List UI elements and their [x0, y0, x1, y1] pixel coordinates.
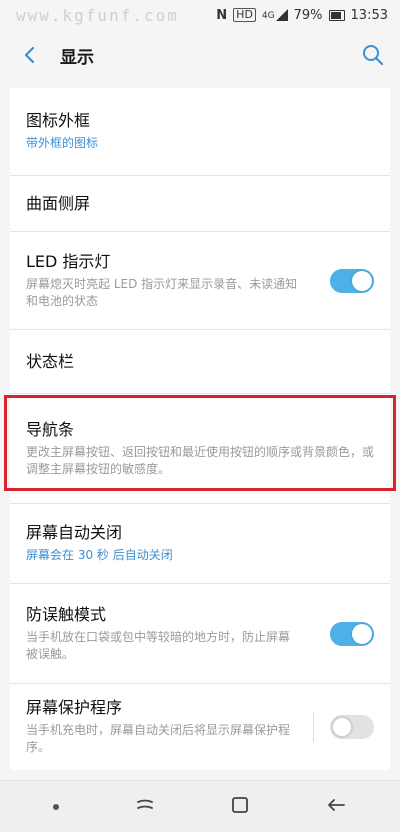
item-title: 屏幕自动关闭	[26, 523, 123, 542]
setting-icon-frames[interactable]: 图标外框 带外框的图标	[10, 88, 390, 176]
setting-led-indicator[interactable]: LED 指示灯 屏幕熄灭时亮起 LED 指示灯来显示录音、未读通知和电池的状态	[10, 232, 390, 330]
led-toggle[interactable]	[330, 268, 374, 293]
toggle-knob	[352, 270, 372, 291]
nfc-icon: N	[216, 7, 228, 23]
setting-screensaver[interactable]: 屏幕保护程序 当手机充电时，屏幕自动关闭后将显示屏幕保护程序。	[10, 684, 390, 770]
signal-label: 4G	[261, 11, 275, 21]
signal-icon: 4G	[262, 9, 288, 21]
back-button-icon[interactable]	[325, 797, 347, 817]
item-subtitle: 屏幕会在 30 秒 后自动关闭	[26, 548, 173, 562]
app-header: 显示	[0, 30, 400, 80]
item-text: 曲面侧屏	[26, 194, 374, 214]
system-nav-bar	[0, 780, 400, 832]
item-title: 屏幕保护程序	[26, 698, 123, 717]
item-title: 曲面侧屏	[26, 193, 91, 213]
setting-screen-timeout[interactable]: 屏幕自动关闭 屏幕会在 30 秒 后自动关闭	[10, 504, 390, 584]
clock: 13:53	[350, 7, 388, 23]
back-arrow-icon[interactable]	[18, 44, 40, 66]
item-text: 防误触模式 当手机放在口袋或包中等较暗的地方时，防止屏幕被误触。	[26, 605, 330, 663]
setting-accidental-touch[interactable]: 防误触模式 当手机放在口袋或包中等较暗的地方时，防止屏幕被误触。	[10, 584, 390, 684]
item-text: 导航条 更改主屏幕按钮、返回按钮和最近使用按钮的顺序或背景颜色，或调整主屏幕按钮…	[26, 420, 374, 478]
item-text: 屏幕自动关闭 屏幕会在 30 秒 后自动关闭	[26, 523, 374, 564]
battery-icon	[328, 9, 345, 21]
status-icons: N HD 4G 79% 13:53	[216, 8, 388, 23]
item-subtitle: 当手机充电时，屏幕自动关闭后将显示屏幕保护程序。	[26, 723, 291, 754]
item-title: 防误触模式	[26, 604, 107, 624]
item-subtitle: 当手机放在口袋或包中等较暗的地方时，防止屏幕被误触。	[26, 629, 291, 661]
item-text: 状态栏	[26, 352, 374, 372]
item-title: 导航条	[26, 419, 75, 439]
setting-edge-screen[interactable]: 曲面侧屏	[10, 176, 390, 232]
battery-percent: 79%	[293, 7, 323, 23]
item-text: LED 指示灯 屏幕熄灭时亮起 LED 指示灯来显示录音、未读通知和电池的状态	[26, 252, 330, 310]
toggle-knob	[352, 623, 372, 644]
item-text: 屏幕保护程序 当手机充电时，屏幕自动关闭后将显示屏幕保护程序。	[26, 698, 313, 756]
watermark-text: www.kgfunf.com	[16, 5, 179, 25]
item-text: 图标外框 带外框的图标	[26, 111, 374, 152]
status-bar: www.kgfunf.com N HD 4G 79% 13:53	[0, 0, 400, 30]
setting-status-bar[interactable]: 状态栏	[10, 330, 390, 394]
accidental-touch-toggle[interactable]	[330, 621, 374, 646]
search-icon[interactable]	[362, 44, 384, 66]
nav-dot-icon[interactable]	[53, 803, 60, 810]
item-subtitle: 带外框的图标	[26, 136, 99, 150]
page-title: 显示	[60, 47, 94, 68]
item-title: LED 指示灯	[26, 251, 111, 271]
item-title: 状态栏	[26, 351, 75, 371]
setting-navigation-bar[interactable]: 导航条 更改主屏幕按钮、返回按钮和最近使用按钮的顺序或背景颜色，或调整主屏幕按钮…	[10, 394, 390, 504]
hd-icon: HD	[233, 8, 256, 22]
home-button-icon[interactable]	[230, 795, 250, 819]
item-title: 图标外框	[26, 111, 91, 130]
recent-apps-icon[interactable]	[134, 797, 156, 817]
settings-card: 图标外框 带外框的图标 曲面侧屏 LED 指示灯 屏幕熄灭时亮起 LED 指示灯…	[10, 88, 390, 770]
screensaver-toggle[interactable]	[330, 715, 374, 739]
toggle-knob	[332, 717, 352, 737]
item-subtitle: 屏幕熄灭时亮起 LED 指示灯来显示录音、未读通知和电池的状态	[26, 276, 298, 308]
vertical-divider	[313, 712, 314, 742]
settings-list: 图标外框 带外框的图标 曲面侧屏 LED 指示灯 屏幕熄灭时亮起 LED 指示灯…	[0, 88, 400, 770]
item-subtitle: 更改主屏幕按钮、返回按钮和最近使用按钮的顺序或背景颜色，或调整主屏幕按钮的敏感度…	[26, 444, 375, 476]
